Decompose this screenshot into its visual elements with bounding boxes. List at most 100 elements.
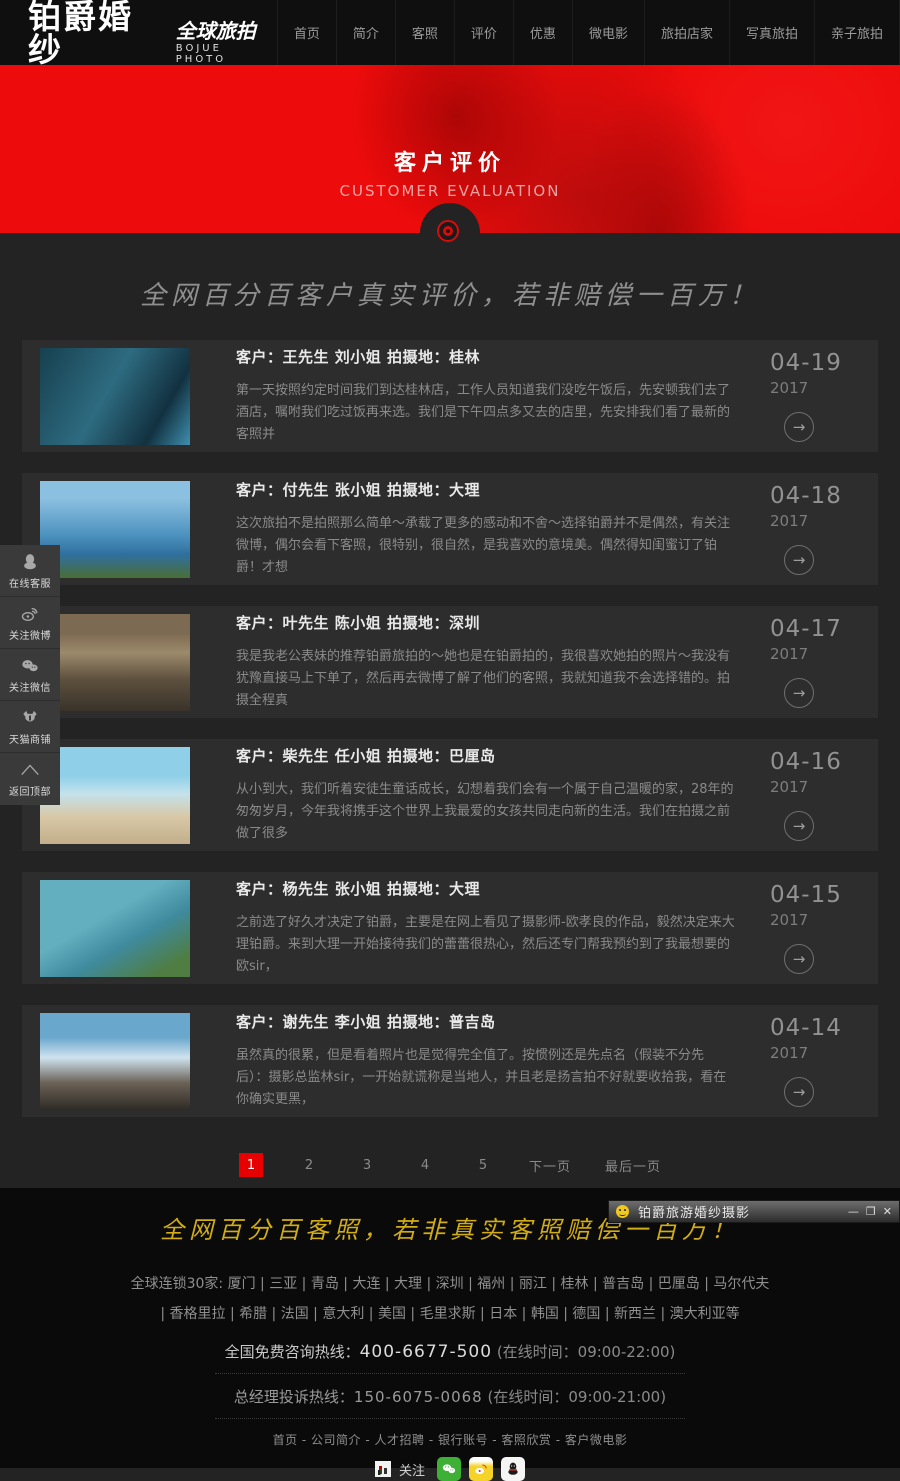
hotline-complaint-number: 150-6075-0068	[354, 1388, 483, 1406]
review-thumbnail[interactable]	[40, 747, 190, 844]
arrow-right-icon[interactable]: →	[784, 678, 814, 708]
review-date: 04-17	[770, 616, 842, 642]
review-year: 2017	[770, 645, 808, 663]
target-icon	[420, 203, 480, 263]
restore-icon[interactable]: ❐	[866, 1205, 876, 1218]
wechat-icon	[20, 656, 40, 676]
page-button-2[interactable]: 2	[297, 1153, 321, 1177]
review-year: 2017	[770, 1044, 808, 1062]
chat-widget-titlebar[interactable]: 铂爵旅游婚纱摄影 — ❐ ✕	[608, 1200, 900, 1223]
qq-icon	[20, 552, 40, 572]
weibo-social-button[interactable]	[469, 1457, 493, 1481]
review-title[interactable]: 客户：杨先生 张小姐 拍摄地：大理	[236, 878, 736, 899]
review-thumbnail[interactable]	[40, 481, 190, 578]
review-excerpt: 这次旅拍不是拍照那么简单～承载了更多的感动和不舍～选择铂爵并不是偶然，有关注微博…	[236, 513, 736, 579]
review-title[interactable]: 客户：柴先生 任小姐 拍摄地：巴厘岛	[236, 745, 736, 766]
review-excerpt: 之前选了好久才决定了铂爵，主要是在网上看见了摄影师-欧孝良的作品，毅然决定来大理…	[236, 912, 736, 978]
arrow-right-icon[interactable]: →	[784, 412, 814, 442]
top-header: 铂爵婚纱 全球旅拍 BOJUE PHOTO 首页 简介 客照 评价 优惠 微电影…	[0, 0, 900, 65]
weibo-icon	[20, 604, 40, 624]
sidebar-item-label: 在线客服	[9, 575, 51, 590]
sidebar-item-label: 关注微信	[9, 679, 51, 694]
review-year: 2017	[770, 512, 808, 530]
page-button-4[interactable]: 4	[413, 1153, 437, 1177]
nav-item-photos[interactable]: 客照	[395, 0, 454, 65]
close-icon[interactable]: ✕	[883, 1205, 892, 1218]
nav-item-portrait-travel[interactable]: 写真旅拍	[729, 0, 814, 65]
review-excerpt: 虽然真的很累，但是看着照片也是觉得完全值了。按惯例还是先点名（假装不分先后）：摄…	[236, 1045, 736, 1111]
review-card: 客户：谢先生 李小姐 拍摄地：普吉岛 虽然真的很累，但是看着照片也是觉得完全值了…	[22, 1005, 878, 1117]
qq-social-button[interactable]	[501, 1457, 525, 1481]
review-excerpt: 第一天按照约定时间我们到达桂林店，工作人员知道我们没吃午饭后，先安顿我们去了酒店…	[236, 380, 736, 446]
review-year: 2017	[770, 911, 808, 929]
hotline-complaint-time: (在线时间：09:00-21:00)	[483, 1388, 666, 1406]
sidebar-item-online-service[interactable]: 在线客服	[0, 545, 60, 597]
nav-item-reviews[interactable]: 评价	[454, 0, 513, 65]
page-button-1[interactable]: 1	[239, 1153, 263, 1177]
review-thumbnail[interactable]	[40, 614, 190, 711]
review-date: 04-19	[770, 350, 842, 376]
review-card: 客户：叶先生 陈小姐 拍摄地：深圳 我是我老公表妹的推荐铂爵旅拍的～她也是在铂爵…	[22, 606, 878, 718]
review-title[interactable]: 客户：王先生 刘小姐 拍摄地：桂林	[236, 346, 736, 367]
sidebar-item-label: 返回顶部	[9, 783, 51, 798]
hotline-consult-number: 400-6677-500	[360, 1342, 492, 1362]
store-locations-line1: 全球连锁30家: 厦门 | 三亚 | 青岛 | 大连 | 大理 | 深圳 | 福…	[0, 1269, 900, 1299]
nav-item-deals[interactable]: 优惠	[513, 0, 572, 65]
arrow-right-icon[interactable]: →	[784, 944, 814, 974]
hotline-consult-label: 全国免费咨询热线：	[225, 1343, 360, 1361]
sidebar-item-back-to-top[interactable]: 返回顶部	[0, 753, 60, 805]
review-date: 04-18	[770, 483, 842, 509]
review-excerpt: 我是我老公表妹的推荐铂爵旅拍的～她也是在铂爵拍的，我很喜欢她拍的照片～我没有犹豫…	[236, 646, 736, 712]
smiley-icon	[616, 1205, 629, 1218]
logo-en-text: BOJUE PHOTO	[176, 43, 277, 65]
review-title[interactable]: 客户：谢先生 李小姐 拍摄地：普吉岛	[236, 1011, 736, 1032]
review-date: 04-16	[770, 749, 842, 775]
floating-sidebar: 在线客服 关注微博 关注微信 天猫商铺 返回顶部	[0, 545, 60, 805]
nav-item-microfilm[interactable]: 微电影	[572, 0, 644, 65]
sidebar-item-wechat[interactable]: 关注微信	[0, 649, 60, 701]
review-thumbnail[interactable]	[40, 1013, 190, 1110]
page-button-3[interactable]: 3	[355, 1153, 379, 1177]
tmall-icon	[20, 708, 40, 728]
next-page-button[interactable]: 下一页	[529, 1156, 571, 1175]
wechat-social-button[interactable]	[437, 1457, 461, 1481]
review-date: 04-14	[770, 1015, 842, 1041]
hero-banner: 客户评价 CUSTOMER EVALUATION	[0, 65, 900, 233]
last-page-button[interactable]: 最后一页	[605, 1156, 661, 1175]
nav-item-home[interactable]: 首页	[277, 0, 336, 65]
review-thumbnail[interactable]	[40, 880, 190, 977]
hero-title: 客户评价	[0, 145, 900, 177]
review-card: 客户：王先生 刘小姐 拍摄地：桂林 第一天按照约定时间我们到达桂林店，工作人员知…	[22, 340, 878, 452]
sidebar-item-weibo[interactable]: 关注微博	[0, 597, 60, 649]
brand-logo[interactable]: 铂爵婚纱 全球旅拍 BOJUE PHOTO	[28, 0, 277, 66]
footer-links[interactable]: 首页 - 公司简介 - 人才招聘 - 银行账号 - 客照欣赏 - 客户微电影	[0, 1431, 900, 1448]
review-title[interactable]: 客户：叶先生 陈小姐 拍摄地：深圳	[236, 612, 736, 633]
review-card: 客户：付先生 张小姐 拍摄地：大理 这次旅拍不是拍照那么简单～承载了更多的感动和…	[22, 473, 878, 585]
review-excerpt: 从小到大，我们听着安徒生童话成长，幻想着我们会有一个属于自己温暖的家，28年的匆…	[236, 779, 736, 845]
logo-script-text: 全球旅拍	[176, 21, 277, 41]
review-year: 2017	[770, 379, 808, 397]
arrow-right-icon[interactable]: →	[784, 545, 814, 575]
page-title: 全网百分百客户真实评价，若非赔偿一百万！	[0, 275, 900, 312]
main-nav: 首页 简介 客照 评价 优惠 微电影 旅拍店家 写真旅拍 亲子旅拍	[277, 0, 900, 65]
qr-mini-icon	[375, 1461, 391, 1477]
page-button-5[interactable]: 5	[471, 1153, 495, 1177]
store-locations: 全球连锁30家: 厦门 | 三亚 | 青岛 | 大连 | 大理 | 深圳 | 福…	[0, 1269, 900, 1329]
arrow-right-icon[interactable]: →	[784, 811, 814, 841]
chevron-up-icon	[19, 760, 41, 780]
review-date: 04-15	[770, 882, 842, 908]
review-title[interactable]: 客户：付先生 张小姐 拍摄地：大理	[236, 479, 736, 500]
divider	[215, 1373, 685, 1374]
store-locations-line2: | 香格里拉 | 希腊 | 法国 | 意大利 | 美国 | 毛里求斯 | 日本 …	[0, 1299, 900, 1329]
nav-item-intro[interactable]: 简介	[336, 0, 395, 65]
review-list: 客户：王先生 刘小姐 拍摄地：桂林 第一天按照约定时间我们到达桂林店，工作人员知…	[22, 340, 878, 1117]
sidebar-item-tmall[interactable]: 天猫商铺	[0, 701, 60, 753]
footer: 铂爵旅游婚纱摄影 — ❐ ✕ 全网百分百客照，若非真实客照赔偿一百万！ 全球连锁…	[0, 1188, 900, 1468]
follow-label: 关注	[399, 1460, 425, 1479]
review-card: 客户：杨先生 张小姐 拍摄地：大理 之前选了好久才决定了铂爵，主要是在网上看见了…	[22, 872, 878, 984]
arrow-right-icon[interactable]: →	[784, 1077, 814, 1107]
nav-item-travel-stores[interactable]: 旅拍店家	[644, 0, 729, 65]
minimize-icon[interactable]: —	[848, 1205, 859, 1218]
review-thumbnail[interactable]	[40, 348, 190, 445]
nav-item-family-travel[interactable]: 亲子旅拍	[814, 0, 900, 65]
